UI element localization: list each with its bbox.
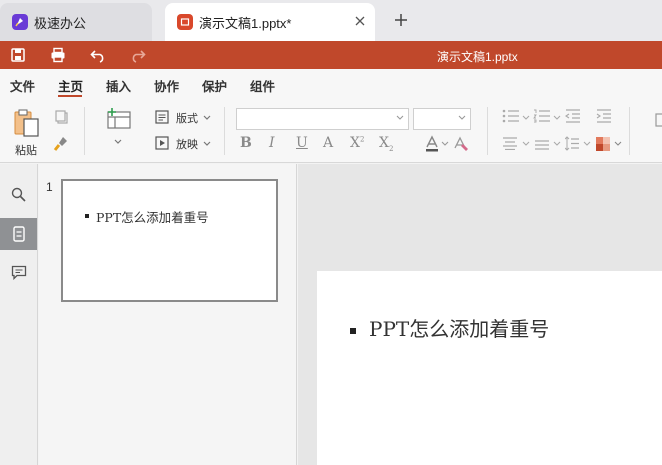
comment-icon	[11, 265, 26, 280]
decrease-indent-icon[interactable]	[565, 109, 581, 123]
tab-home[interactable]: 极速办公	[0, 3, 152, 41]
layout-label[interactable]: 版式	[176, 110, 198, 126]
menu-components[interactable]: 组件	[250, 76, 275, 95]
separator	[224, 107, 225, 155]
ribbon-toolbar: 粘贴 版式 放映 B I U A X2 X2	[0, 99, 662, 163]
chevron-down-icon[interactable]	[203, 141, 211, 147]
new-tab-icon[interactable]	[394, 13, 408, 27]
menu-collaborate[interactable]: 协作	[154, 76, 179, 95]
print-icon[interactable]	[50, 47, 66, 63]
bold-icon[interactable]: B	[240, 135, 252, 151]
undo-icon[interactable]	[90, 47, 106, 63]
paste-label: 粘贴	[15, 145, 37, 157]
slides-button[interactable]	[0, 218, 37, 250]
separator	[84, 107, 85, 155]
thumbnail-text: PPT怎么添加着重号	[96, 210, 209, 225]
italic-icon[interactable]: I	[269, 135, 275, 151]
new-slide-icon[interactable]	[106, 108, 132, 130]
comments-button[interactable]	[0, 256, 37, 288]
chevron-down-icon[interactable]	[583, 141, 591, 147]
paste-icon[interactable]	[13, 108, 41, 138]
slide-thumbnail[interactable]: PPT怎么添加着重号	[61, 179, 278, 302]
chevron-down-icon[interactable]	[614, 141, 622, 147]
trash-icon[interactable]	[654, 111, 662, 127]
layout-icon[interactable]	[155, 110, 169, 124]
copy-icon[interactable]	[54, 109, 70, 125]
chevron-down-icon[interactable]	[203, 115, 211, 121]
align-icon[interactable]	[502, 137, 518, 150]
tab-title: 演示文稿1.pptx*	[199, 15, 292, 31]
search-icon	[11, 187, 26, 202]
font-size-select[interactable]	[413, 108, 471, 130]
browser-tab-strip: 极速办公 演示文稿1.pptx*	[0, 0, 662, 41]
slides-icon	[12, 226, 25, 242]
separator	[487, 107, 488, 155]
slide-editor: PPT怎么添加着重号	[298, 164, 662, 465]
bullet-icon	[350, 328, 356, 334]
superscript-icon[interactable]: X2	[350, 135, 364, 151]
menu-protect[interactable]: 保护	[202, 76, 227, 95]
chevron-down-icon[interactable]	[553, 141, 561, 147]
search-button[interactable]	[0, 178, 37, 210]
increase-indent-icon[interactable]	[596, 109, 612, 123]
slide-number: 1	[46, 180, 53, 194]
numbered-list-icon[interactable]	[533, 109, 551, 123]
bullet-list-icon[interactable]	[502, 109, 520, 123]
play-label[interactable]: 放映	[176, 136, 198, 152]
document-title: 演示文稿1.pptx	[437, 50, 518, 64]
slide-thumbnails-panel: 1 PPT怎么添加着重号	[39, 164, 297, 465]
bullet-icon	[85, 214, 89, 218]
chevron-down-icon	[396, 115, 404, 120]
left-rail	[0, 164, 38, 465]
presentation-icon	[177, 14, 193, 30]
line-spacing-icon[interactable]	[565, 136, 579, 151]
slide-text-box[interactable]: PPT怎么添加着重号	[369, 313, 549, 342]
play-icon[interactable]	[155, 136, 169, 150]
clear-format-icon[interactable]	[452, 135, 470, 153]
chevron-down-icon[interactable]	[522, 115, 530, 121]
shape-fill-icon[interactable]	[595, 136, 611, 152]
font-color-icon[interactable]	[423, 135, 441, 153]
chevron-down-icon	[458, 115, 466, 120]
menu-insert[interactable]: 插入	[106, 76, 131, 95]
close-icon[interactable]	[353, 14, 367, 28]
chevron-down-icon[interactable]	[114, 139, 122, 145]
menu-file[interactable]: 文件	[10, 76, 35, 95]
chevron-down-icon[interactable]	[553, 115, 561, 121]
chevron-down-icon[interactable]	[522, 141, 530, 147]
active-menu-indicator	[58, 95, 82, 97]
save-icon[interactable]	[10, 47, 26, 63]
title-bar: 演示文稿1.pptx	[0, 41, 662, 69]
font-name-select[interactable]	[236, 108, 409, 130]
format-painter-icon[interactable]	[53, 136, 69, 152]
slide-canvas[interactable]: PPT怎么添加着重号	[317, 271, 662, 465]
tab-title: 极速办公	[34, 15, 87, 31]
tab-document[interactable]: 演示文稿1.pptx*	[165, 3, 375, 41]
chevron-down-icon[interactable]	[441, 141, 449, 147]
menu-bar: 文件 主页 插入 协作 保护 组件	[0, 69, 662, 99]
separator	[629, 107, 630, 155]
underline-icon[interactable]: U	[296, 135, 308, 151]
strikethrough-icon[interactable]: A	[323, 135, 333, 151]
subscript-icon[interactable]: X2	[379, 135, 393, 153]
app-logo-icon	[12, 14, 28, 30]
menu-home[interactable]: 主页	[58, 76, 83, 95]
vertical-align-icon[interactable]	[534, 137, 550, 150]
redo-icon[interactable]	[130, 47, 146, 63]
